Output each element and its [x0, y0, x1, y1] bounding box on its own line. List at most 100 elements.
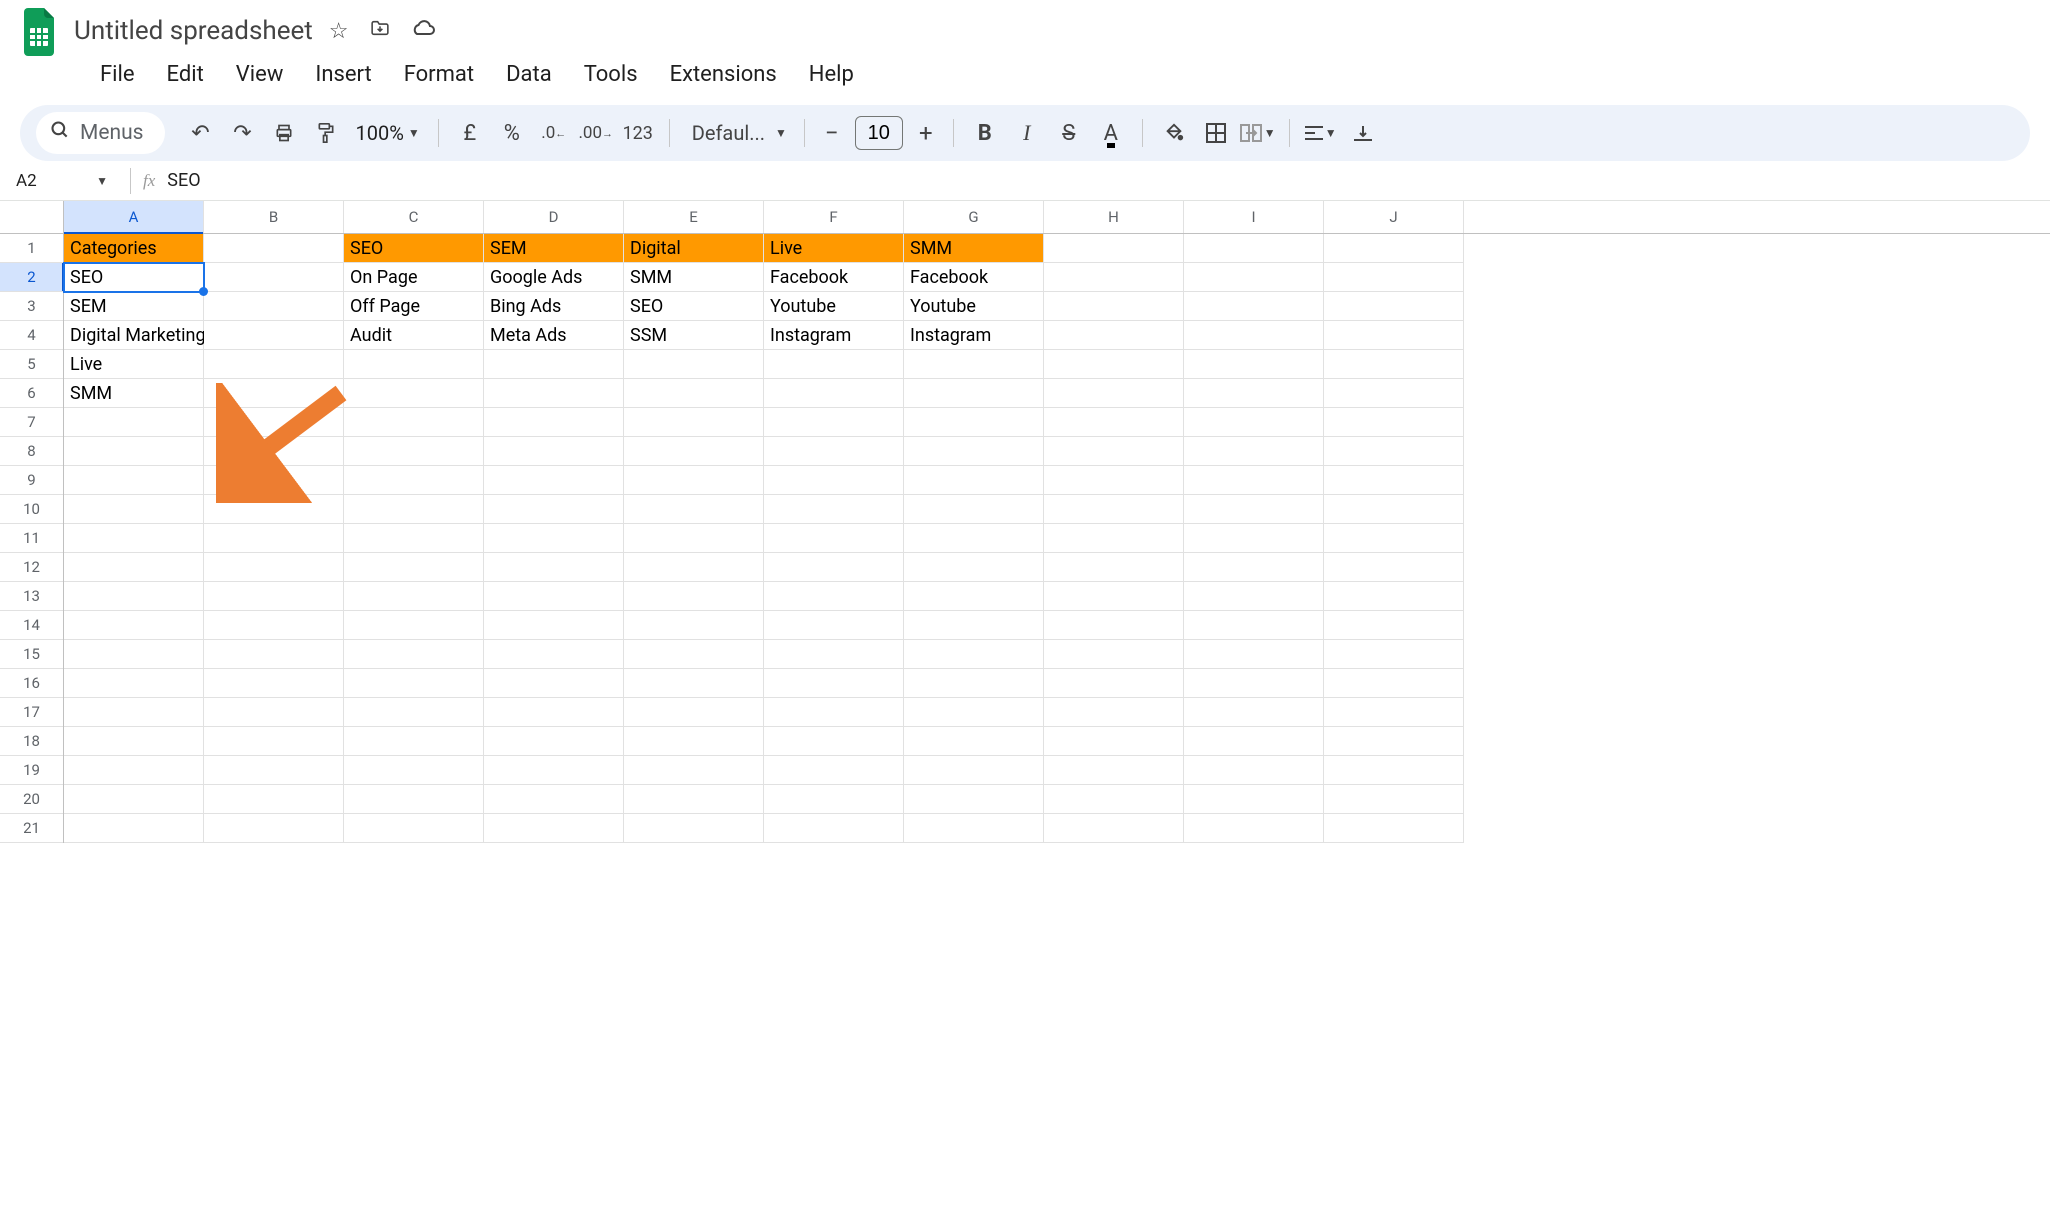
cell[interactable] — [484, 350, 624, 379]
bold-button[interactable]: B — [966, 114, 1004, 152]
cell[interactable]: SMM — [904, 234, 1044, 263]
cell[interactable] — [1044, 466, 1184, 495]
cell[interactable] — [484, 466, 624, 495]
row-header[interactable]: 15 — [0, 640, 63, 669]
cell[interactable] — [1044, 350, 1184, 379]
undo-button[interactable]: ↶ — [181, 114, 219, 152]
cell[interactable] — [204, 466, 344, 495]
cell[interactable] — [1324, 524, 1464, 553]
cell[interactable] — [204, 437, 344, 466]
row-header[interactable]: 5 — [0, 350, 63, 379]
cell[interactable] — [1324, 437, 1464, 466]
strikethrough-button[interactable]: S — [1050, 114, 1088, 152]
valign-button[interactable] — [1344, 114, 1382, 152]
cell[interactable] — [204, 495, 344, 524]
cell[interactable] — [1044, 321, 1184, 350]
cell[interactable]: Live — [64, 350, 204, 379]
menu-format[interactable]: Format — [390, 58, 488, 91]
cell[interactable] — [1184, 263, 1324, 292]
cell[interactable] — [904, 466, 1044, 495]
cell[interactable] — [764, 466, 904, 495]
cell[interactable]: Facebook — [904, 263, 1044, 292]
column-header[interactable]: D — [484, 201, 624, 233]
cell[interactable] — [904, 553, 1044, 582]
cell[interactable] — [1184, 727, 1324, 756]
cell[interactable] — [904, 524, 1044, 553]
row-header[interactable]: 13 — [0, 582, 63, 611]
menus-search[interactable]: Menus — [36, 112, 165, 154]
cell[interactable] — [204, 350, 344, 379]
text-color-button[interactable]: A — [1092, 114, 1130, 152]
row-header[interactable]: 2 — [0, 263, 63, 292]
cell[interactable] — [484, 437, 624, 466]
cell[interactable] — [344, 698, 484, 727]
cell[interactable] — [1044, 727, 1184, 756]
row-header[interactable]: 8 — [0, 437, 63, 466]
cell[interactable]: SMM — [64, 379, 204, 408]
paint-format-button[interactable] — [307, 114, 345, 152]
cell[interactable] — [1184, 379, 1324, 408]
cell[interactable] — [484, 495, 624, 524]
cell[interactable] — [764, 582, 904, 611]
cell[interactable] — [1184, 437, 1324, 466]
row-header[interactable]: 9 — [0, 466, 63, 495]
cell[interactable] — [764, 524, 904, 553]
cell[interactable] — [344, 582, 484, 611]
cell[interactable] — [624, 437, 764, 466]
cell[interactable] — [1324, 292, 1464, 321]
cell[interactable]: SEO — [64, 263, 204, 292]
star-icon[interactable]: ☆ — [329, 19, 349, 44]
menu-file[interactable]: File — [86, 58, 149, 91]
cell[interactable] — [1044, 582, 1184, 611]
cell[interactable] — [764, 350, 904, 379]
cell[interactable] — [904, 756, 1044, 785]
cell[interactable]: Youtube — [764, 292, 904, 321]
cell[interactable] — [344, 756, 484, 785]
cell[interactable] — [484, 669, 624, 698]
cell[interactable] — [204, 524, 344, 553]
cell[interactable] — [1184, 234, 1324, 263]
cell[interactable] — [1184, 698, 1324, 727]
cell[interactable] — [764, 611, 904, 640]
row-header[interactable]: 21 — [0, 814, 63, 843]
cell[interactable] — [204, 640, 344, 669]
row-header[interactable]: 10 — [0, 495, 63, 524]
cell[interactable] — [1324, 408, 1464, 437]
cell[interactable] — [1324, 495, 1464, 524]
cell[interactable] — [1044, 263, 1184, 292]
cell[interactable] — [64, 698, 204, 727]
cell[interactable] — [1044, 698, 1184, 727]
cell[interactable] — [904, 785, 1044, 814]
cell[interactable] — [344, 437, 484, 466]
cell[interactable] — [64, 437, 204, 466]
row-header[interactable]: 6 — [0, 379, 63, 408]
cell[interactable] — [64, 466, 204, 495]
name-box[interactable]: A2 ▼ — [8, 171, 118, 191]
cell[interactable] — [1324, 553, 1464, 582]
cell[interactable] — [1184, 292, 1324, 321]
menu-help[interactable]: Help — [795, 58, 868, 91]
print-button[interactable] — [265, 114, 303, 152]
cell[interactable] — [624, 727, 764, 756]
cell[interactable] — [1184, 466, 1324, 495]
cell[interactable] — [764, 437, 904, 466]
column-header[interactable]: B — [204, 201, 344, 233]
row-header[interactable]: 7 — [0, 408, 63, 437]
cell[interactable] — [344, 785, 484, 814]
column-header[interactable]: J — [1324, 201, 1464, 233]
cell[interactable] — [1044, 669, 1184, 698]
cell[interactable] — [624, 756, 764, 785]
cell[interactable]: Categories — [64, 234, 204, 263]
cell[interactable] — [204, 698, 344, 727]
decrease-decimal-button[interactable]: .0← — [535, 114, 573, 152]
cell[interactable] — [64, 495, 204, 524]
row-header[interactable]: 4 — [0, 321, 63, 350]
cell[interactable] — [624, 379, 764, 408]
cell[interactable] — [1184, 408, 1324, 437]
cell[interactable] — [344, 524, 484, 553]
menu-tools[interactable]: Tools — [570, 58, 652, 91]
cell[interactable] — [64, 408, 204, 437]
cell[interactable] — [764, 495, 904, 524]
cell[interactable] — [1044, 524, 1184, 553]
cell[interactable]: SSM — [624, 321, 764, 350]
